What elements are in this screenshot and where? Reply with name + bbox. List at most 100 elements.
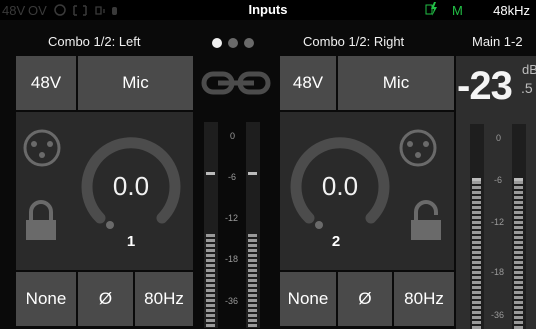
main-tick-6: -6	[494, 175, 503, 185]
meter-segment	[472, 206, 481, 209]
right-hpf-button[interactable]: 80Hz	[394, 272, 454, 326]
meter-segment	[514, 266, 523, 269]
meter-peak-hold	[514, 178, 523, 181]
meter-segment	[472, 276, 481, 279]
meter-segment	[248, 314, 257, 317]
meter-segment	[514, 291, 523, 294]
lightning-icon	[425, 2, 437, 16]
meter-segment	[206, 269, 215, 272]
meter-segment	[206, 289, 215, 292]
left-48v-button[interactable]: 48V	[16, 56, 76, 110]
meter-segment	[472, 266, 481, 269]
meter-segment	[472, 221, 481, 224]
meter-tick-6: -6	[228, 172, 237, 182]
meter-segment	[472, 236, 481, 239]
page-dot-1[interactable]	[212, 38, 222, 48]
right-channel-number: 2	[331, 233, 341, 250]
meter-segment	[472, 291, 481, 294]
meter-segment	[514, 236, 523, 239]
meter-segment	[248, 324, 257, 327]
meter-segment	[206, 239, 215, 242]
meter-segment	[472, 321, 481, 324]
meter-segment	[514, 281, 523, 284]
meter-segment	[206, 294, 215, 297]
meter-segment	[514, 241, 523, 244]
link-chain-icon[interactable]	[198, 66, 274, 100]
meter-segment	[514, 301, 523, 304]
meter-segment	[248, 309, 257, 312]
meter-segment	[514, 191, 523, 194]
page-dot-2[interactable]	[228, 38, 238, 48]
right-polarity-button[interactable]: Ø	[338, 272, 392, 326]
main-tick-18: -18	[491, 267, 505, 277]
meter-segment	[514, 221, 523, 224]
meter-segment	[472, 296, 481, 299]
meter-tick-18: -18	[225, 254, 239, 264]
lock-open-icon[interactable]	[409, 200, 443, 242]
meter-segment	[472, 281, 481, 284]
right-level-meter	[246, 122, 260, 328]
meter-segment	[472, 181, 481, 184]
meter-segment	[206, 254, 215, 257]
meter-peak-hold	[206, 172, 215, 175]
meter-segment	[472, 201, 481, 204]
meter-segment	[248, 289, 257, 292]
meter-segment	[514, 226, 523, 229]
meter-segment	[206, 284, 215, 287]
meter-segment	[472, 191, 481, 194]
main-level-decimal: .5	[521, 80, 533, 96]
page-dot-3[interactable]	[244, 38, 254, 48]
right-mic-button[interactable]: Mic	[338, 56, 454, 110]
meter-tick-12: -12	[225, 213, 239, 223]
meter-segment	[514, 231, 523, 234]
left-mic-button[interactable]: Mic	[78, 56, 193, 110]
meter-segment	[248, 284, 257, 287]
meter-segment	[206, 319, 215, 322]
meter-segment	[206, 244, 215, 247]
right-gain-value: 0.0	[321, 171, 359, 201]
meter-segment	[472, 311, 481, 314]
meter-segment	[206, 324, 215, 327]
meter-peak-hold	[248, 172, 257, 175]
right-48v-button[interactable]: 48V	[280, 56, 336, 110]
meter-segment	[248, 234, 257, 237]
meter-segment	[514, 251, 523, 254]
meter-segment	[248, 264, 257, 267]
left-level-meter	[204, 122, 218, 328]
xlr-connector-icon	[23, 129, 61, 167]
meter-peak-hold	[472, 178, 481, 181]
right-channel-title: Combo 1/2: Right	[303, 34, 405, 49]
meter-segment	[206, 249, 215, 252]
meter-segment	[472, 226, 481, 229]
left-channel-title: Combo 1/2: Left	[48, 34, 141, 49]
meter-segment	[248, 279, 257, 282]
meter-segment	[248, 299, 257, 302]
meter-segment	[472, 286, 481, 289]
lock-closed-icon[interactable]	[24, 200, 58, 242]
meter-segment	[514, 261, 523, 264]
meter-segment	[472, 316, 481, 319]
right-none-button[interactable]: None	[280, 272, 336, 326]
main-level-value: -23	[457, 64, 513, 108]
left-polarity-button[interactable]: Ø	[78, 272, 133, 326]
meter-segment	[514, 206, 523, 209]
meter-segment	[472, 306, 481, 309]
main-level-unit: dB	[522, 62, 536, 77]
left-hpf-button[interactable]: 80Hz	[135, 272, 193, 326]
meter-segment	[248, 249, 257, 252]
meter-segment	[514, 316, 523, 319]
meter-segment	[514, 311, 523, 314]
meter-segment	[472, 186, 481, 189]
meter-segment	[472, 256, 481, 259]
meter-segment	[472, 196, 481, 199]
meter-segment	[248, 239, 257, 242]
left-channel-number: 1	[126, 233, 136, 250]
meter-segment	[514, 321, 523, 324]
meter-segment	[248, 259, 257, 262]
meter-segment	[206, 314, 215, 317]
left-none-button[interactable]: None	[16, 272, 76, 326]
meter-segment	[206, 264, 215, 267]
meter-segment	[514, 286, 523, 289]
meter-segment	[206, 259, 215, 262]
meter-segment	[472, 211, 481, 214]
